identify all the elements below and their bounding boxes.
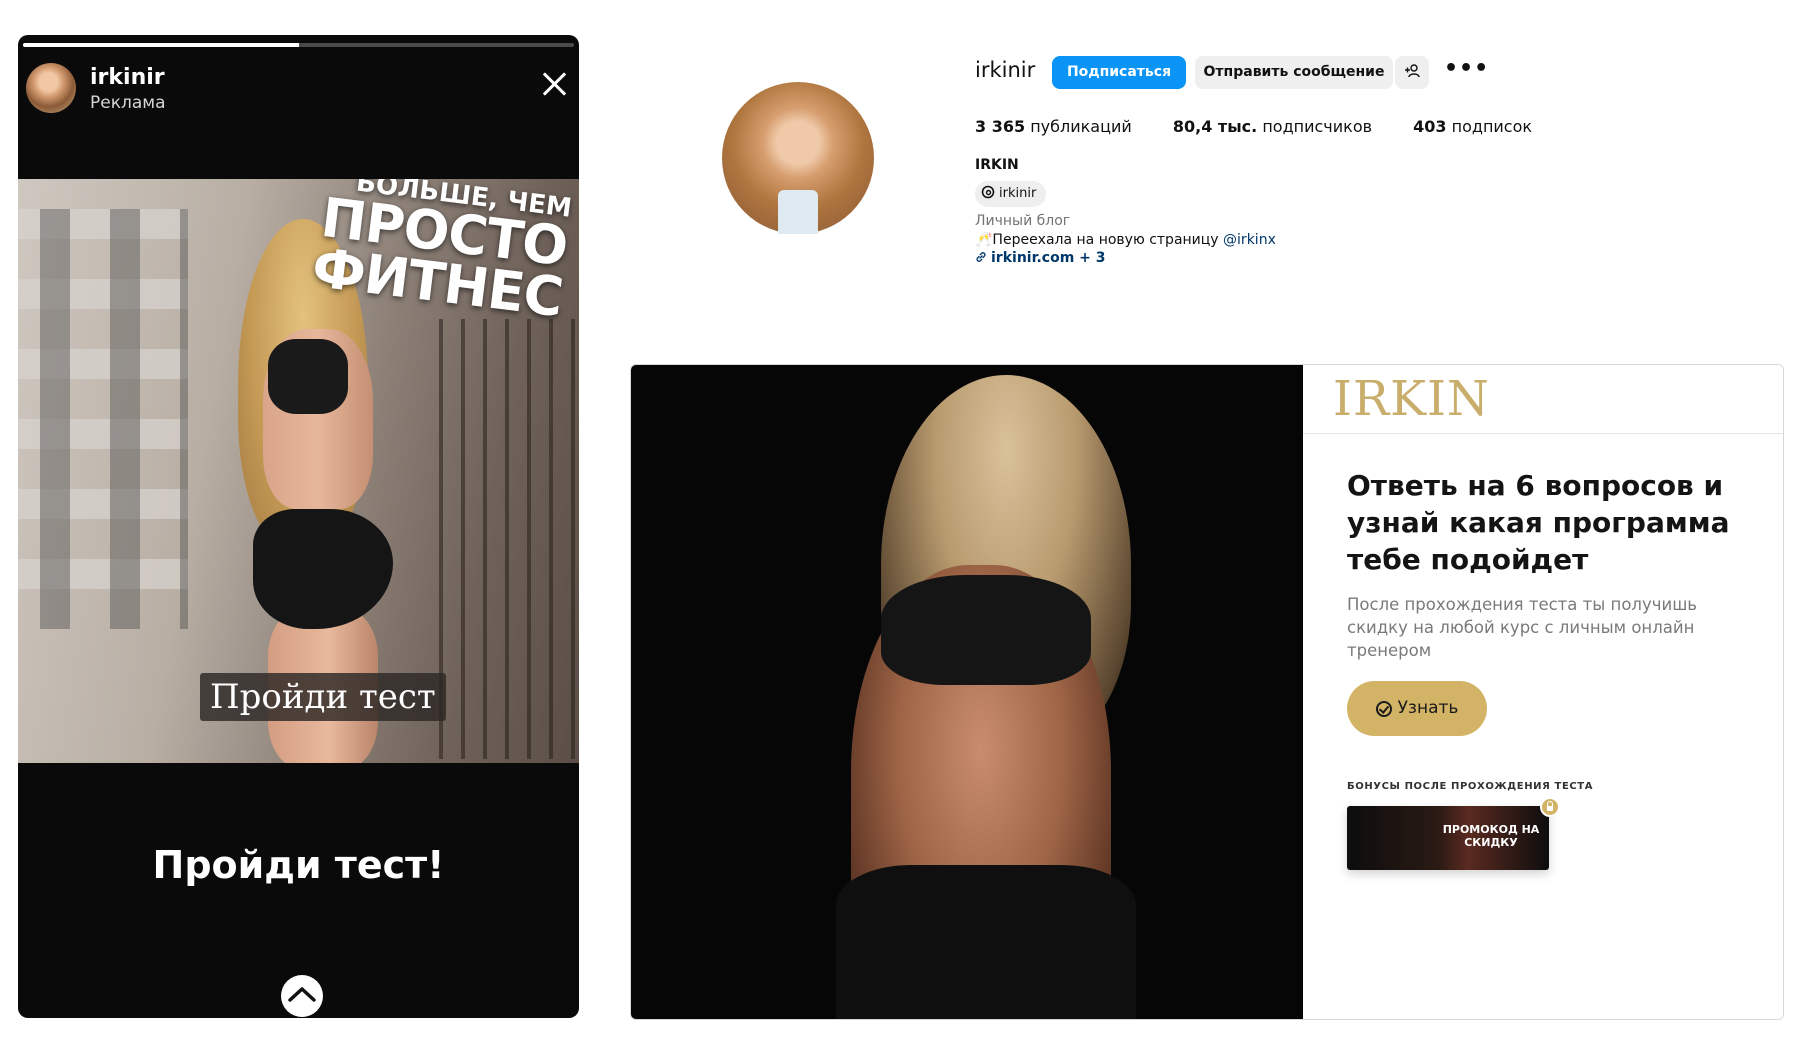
story-username[interactable]: irkinir — [90, 65, 165, 90]
bonus-promo-card[interactable]: ПРОМОКОД НА СКИДКУ — [1347, 806, 1549, 870]
learn-more-button[interactable]: Узнать — [1347, 681, 1487, 736]
hero-model-top — [881, 575, 1091, 685]
stat-value: 3 365 — [975, 117, 1026, 136]
bonus-section-label: БОНУСЫ ПОСЛЕ ПРОХОЖДЕНИЯ ТЕСТА — [1347, 781, 1594, 792]
profile-category: Личный блог — [975, 213, 1071, 229]
stat-following[interactable]: 403 подписок — [1413, 117, 1532, 136]
story-progress-fill — [23, 43, 299, 47]
threads-handle: irkinir — [999, 186, 1037, 201]
story-overlay-headline: БОЛЬШЕ, ЧЕМ ПРОСТО ФИТНЕС — [309, 179, 574, 329]
bonus-card-text: ПРОМОКОД НА СКИДКУ — [1442, 823, 1540, 849]
brand-logo[interactable]: IRKIN — [1333, 371, 1490, 427]
profile-avatar[interactable] — [722, 82, 874, 234]
profile-bio: 🥂Переехала на новую страницу @irkinx — [975, 232, 1276, 248]
story-bottom-cta-text: Пройди тест! — [152, 843, 445, 887]
stat-label: подписок — [1451, 117, 1533, 136]
stat-value: 403 — [1413, 117, 1447, 136]
landing-heading: Ответь на 6 вопросов и узнай какая прогр… — [1347, 469, 1730, 576]
check-circle-icon — [1375, 701, 1392, 717]
story-progress-bar — [23, 43, 574, 47]
profile-username: irkinir — [975, 58, 1036, 82]
threads-icon — [981, 185, 995, 199]
follow-button[interactable]: Подписаться — [1052, 56, 1186, 89]
cta-label: Узнать — [1397, 698, 1459, 718]
hero-model-brief — [836, 865, 1136, 1019]
model-shorts — [253, 509, 393, 629]
threads-badge[interactable]: irkinir — [975, 181, 1047, 207]
send-message-button[interactable]: Отправить сообщение — [1195, 56, 1393, 89]
landing-page: IRKIN Ответь на 6 вопросов и узнай какая… — [630, 364, 1784, 1020]
bio-text: 🥂Переехала на новую страницу — [975, 232, 1224, 248]
landing-subtext: После прохождения теста ты получишь скид… — [1347, 595, 1698, 660]
stat-followers[interactable]: 80,4 тыс. подписчиков — [1173, 117, 1372, 136]
stat-label: подписчиков — [1262, 117, 1373, 136]
building-background — [18, 209, 188, 629]
landing-content: IRKIN Ответь на 6 вопросов и узнай какая… — [1303, 365, 1783, 1019]
story-header: irkinir Реклама — [26, 61, 569, 117]
bio-mention-link[interactable]: @irkinx — [1223, 232, 1276, 248]
chevron-up-icon — [288, 987, 316, 1002]
profile-website-link[interactable]: irkinir.com + 3 — [975, 250, 1106, 266]
more-options-icon[interactable]: ••• — [1444, 58, 1488, 82]
profile-link-text: irkinir.com + 3 — [991, 250, 1106, 266]
close-icon[interactable] — [539, 69, 569, 99]
sponsored-label: Реклама — [90, 93, 166, 113]
story-image: БОЛЬШЕ, ЧЕМ ПРОСТО ФИТНЕС Пройди тест — [18, 179, 579, 763]
landing-hero-photo — [631, 365, 1303, 1019]
profile-stats: 3 365 публикаций 80,4 тыс. подписчиков 4… — [975, 117, 1568, 136]
story-ad-panel[interactable]: irkinir Реклама БОЛЬШЕ, ЧЕМ ПРОСТО ФИТНЕ… — [18, 35, 579, 1018]
story-overlay-cta: Пройди тест — [200, 673, 446, 721]
lock-icon — [1540, 797, 1560, 817]
add-person-glyph — [1405, 64, 1420, 78]
stat-value: 80,4 тыс. — [1172, 117, 1258, 136]
link-icon — [976, 252, 986, 262]
add-person-icon[interactable] — [1395, 56, 1429, 89]
story-avatar[interactable] — [26, 63, 76, 113]
brand-logo-bar: IRKIN — [1303, 365, 1783, 434]
stat-label: публикаций — [1030, 117, 1132, 136]
railing-background — [439, 319, 579, 759]
model-top — [268, 339, 348, 414]
profile-display-name: IRKIN — [975, 157, 1019, 173]
stat-posts[interactable]: 3 365 публикаций — [975, 117, 1132, 136]
swipe-up-button[interactable] — [281, 975, 323, 1017]
